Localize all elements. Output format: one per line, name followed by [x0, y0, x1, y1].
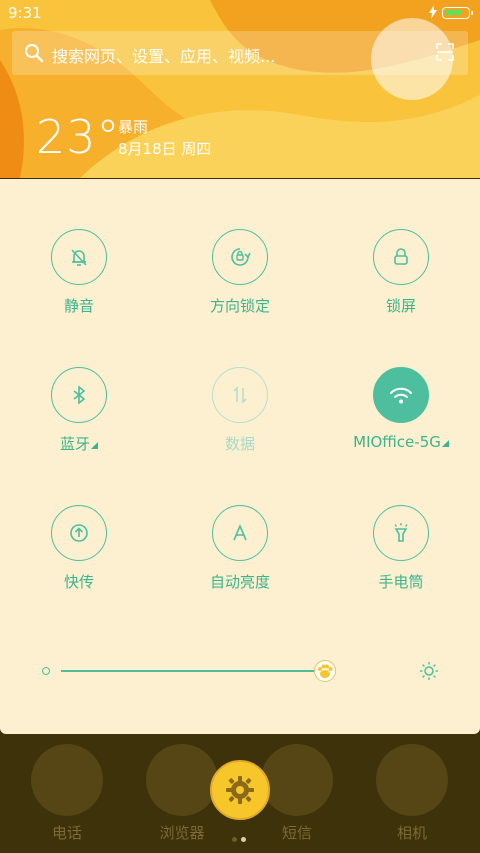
rotation-lock-icon	[212, 229, 268, 285]
phone-icon	[31, 744, 103, 816]
toggle-label: 自动亮度	[209, 573, 270, 591]
battery-level	[445, 10, 462, 15]
charging-icon	[429, 5, 437, 19]
quick-settings-panel: 静音 方向锁定 锁屏 蓝牙 数据 MIOffice-5G 快传 自动亮度 手电筒	[0, 179, 480, 734]
temperature[interactable]: 23°	[36, 110, 121, 164]
toggle-auto-brightness[interactable]: 自动亮度	[180, 505, 300, 592]
gear-icon	[226, 776, 254, 804]
toggle-quick-transfer[interactable]: 快传	[19, 505, 139, 592]
toggle-label: MIOffice-5G	[341, 433, 461, 451]
search-icon	[25, 44, 44, 63]
app-label: 短信	[281, 824, 312, 842]
app-label: 电话	[51, 824, 82, 842]
brightness-track[interactable]	[61, 670, 325, 672]
clock: 9:31	[8, 4, 42, 22]
toggle-mobile-data[interactable]: 数据	[180, 367, 300, 454]
flashlight-icon	[373, 505, 429, 561]
mobile-data-icon	[212, 367, 268, 423]
page-dot-active	[241, 837, 246, 842]
bell-off-icon	[51, 229, 107, 285]
brightness-slider[interactable]	[42, 660, 442, 684]
more-options-indicator	[441, 440, 449, 447]
app-phone[interactable]: 电话	[22, 744, 112, 843]
camera-icon	[376, 744, 448, 816]
toggle-label: 锁屏	[385, 297, 416, 315]
page-dot	[232, 837, 237, 842]
toggle-flashlight[interactable]: 手电筒	[341, 505, 461, 592]
toggle-label: 静音	[63, 297, 94, 315]
brightness-low-icon	[42, 667, 50, 675]
paw-icon	[318, 664, 333, 678]
toggle-label: 蓝牙	[19, 433, 139, 454]
weather-condition: 暴雨	[118, 118, 149, 136]
app-label: 相机	[396, 824, 427, 842]
date-label: 8月18日 周四	[118, 140, 212, 158]
toggle-label: 方向锁定	[209, 297, 270, 315]
app-camera[interactable]: 相机	[367, 744, 457, 843]
messages-icon	[261, 744, 333, 816]
toggle-mute[interactable]: 静音	[19, 229, 139, 316]
settings-gear-button[interactable]	[210, 760, 270, 820]
toggle-rotation-lock[interactable]: 方向锁定	[180, 229, 300, 316]
toggle-lock-screen[interactable]: 锁屏	[341, 229, 461, 316]
search-placeholder: 搜索网页、设置、应用、视频...	[52, 47, 276, 66]
transfer-icon	[51, 505, 107, 561]
toggle-label: 数据	[224, 435, 255, 453]
toggle-bluetooth[interactable]: 蓝牙	[19, 367, 139, 454]
bluetooth-icon	[51, 367, 107, 423]
browser-icon	[146, 744, 218, 816]
toggle-label: 快传	[63, 573, 94, 591]
toggle-label: 手电筒	[378, 573, 424, 591]
page-indicator	[232, 827, 250, 846]
brightness-high-icon	[420, 662, 438, 680]
toggle-wifi[interactable]: MIOffice-5G	[341, 367, 461, 451]
notification-header: 9:31 搜索网页、设置、应用、视频... 23° 暴雨 8月18日 周四	[0, 0, 480, 178]
more-options-indicator	[91, 442, 98, 449]
lock-icon	[373, 229, 429, 285]
app-label: 浏览器	[159, 824, 205, 842]
battery-icon	[442, 7, 473, 19]
wifi-icon	[373, 367, 429, 423]
auto-brightness-icon	[212, 505, 268, 561]
touch-indicator	[371, 18, 453, 100]
brightness-thumb[interactable]	[314, 660, 336, 682]
